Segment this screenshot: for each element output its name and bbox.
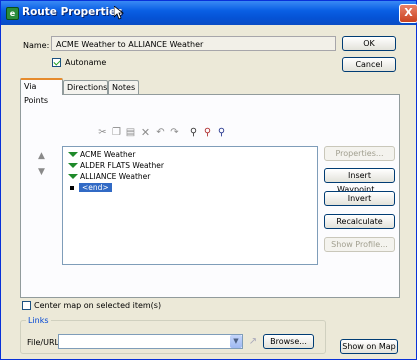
list-item-end[interactable]: <end> bbox=[68, 183, 112, 193]
find-previous-icon[interactable]: ⚲ bbox=[216, 127, 227, 138]
properties-button[interactable]: Properties... bbox=[324, 146, 395, 161]
find-icon[interactable]: ⚲ bbox=[188, 127, 199, 138]
copy-icon[interactable]: ❐ bbox=[111, 127, 122, 138]
window-title: Route Properties bbox=[22, 6, 123, 18]
file-url-label: File/URL: bbox=[27, 338, 62, 347]
insert-waypoint-button[interactable]: Insert Waypoint... bbox=[324, 168, 395, 194]
list-item[interactable]: ALLIANCE Weather bbox=[68, 172, 150, 182]
find-next-icon[interactable]: ⚲ bbox=[202, 127, 213, 138]
chevron-down-icon[interactable]: ▼ bbox=[230, 335, 242, 348]
list-item[interactable]: ALDER FLATS Weather bbox=[68, 161, 164, 171]
links-legend: Links bbox=[26, 316, 51, 325]
tab-via-points[interactable]: Via Points bbox=[20, 78, 63, 105]
weather-waypoint-icon bbox=[68, 151, 78, 157]
weather-waypoint-icon bbox=[68, 173, 78, 179]
list-item[interactable]: ACME Weather bbox=[68, 150, 135, 160]
route-name-field[interactable]: ACME Weather to ALLIANCE Weather bbox=[51, 36, 336, 51]
show-on-map-button[interactable]: Show on Map bbox=[340, 339, 398, 354]
autoname-checkbox[interactable] bbox=[52, 58, 61, 67]
show-profile-button[interactable]: Show Profile... bbox=[324, 237, 395, 252]
redo-icon[interactable]: ↷ bbox=[169, 127, 180, 138]
weather-waypoint-icon bbox=[68, 162, 78, 168]
cut-icon[interactable]: ✂ bbox=[97, 127, 108, 138]
browse-button[interactable]: Browse... bbox=[263, 334, 314, 349]
open-link-icon[interactable]: ↗ bbox=[247, 335, 259, 348]
invert-button[interactable]: Invert bbox=[324, 191, 395, 206]
center-map-checkbox[interactable] bbox=[22, 301, 31, 310]
move-up-icon[interactable]: ▲ bbox=[38, 151, 45, 161]
mouse-cursor-icon bbox=[114, 6, 124, 20]
end-marker-icon bbox=[70, 186, 74, 190]
close-button[interactable]: X bbox=[399, 4, 417, 23]
route-properties-dialog: e Route Properties X Name: ACME Weather … bbox=[0, 0, 417, 360]
undo-icon[interactable]: ↶ bbox=[155, 127, 166, 138]
center-map-label: Center map on selected item(s) bbox=[34, 301, 162, 310]
delete-icon[interactable]: ✕ bbox=[140, 127, 151, 138]
tab-notes[interactable]: Notes bbox=[108, 80, 139, 94]
ok-button[interactable]: OK bbox=[342, 36, 396, 51]
paste-icon[interactable]: ▤ bbox=[125, 127, 136, 138]
autoname-label: Autoname bbox=[65, 58, 107, 67]
app-icon: e bbox=[6, 7, 19, 20]
file-url-input[interactable] bbox=[58, 334, 243, 349]
cancel-button[interactable]: Cancel bbox=[342, 57, 396, 72]
recalculate-button[interactable]: Recalculate bbox=[324, 214, 395, 229]
name-label: Name: bbox=[23, 41, 50, 50]
tab-directions[interactable]: Directions bbox=[63, 80, 108, 94]
waypoint-list[interactable]: ACME Weather ALDER FLATS Weather ALLIANC… bbox=[62, 146, 318, 265]
title-bar[interactable]: e Route Properties X bbox=[1, 1, 417, 25]
move-down-icon[interactable]: ▼ bbox=[38, 167, 45, 177]
